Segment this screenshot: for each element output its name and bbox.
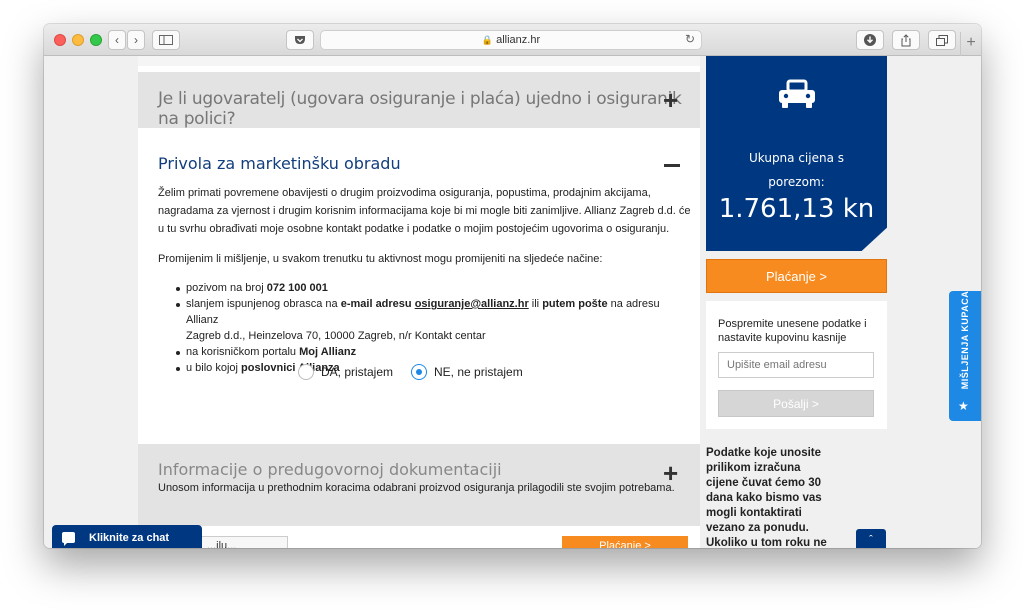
price-value: 1.761,13 kn — [718, 194, 875, 224]
accordion-title: Je li ugovaratelj (ugovara osiguranje i … — [158, 89, 682, 129]
save-text: Pospremite unesene podatke i nastavite k… — [718, 318, 867, 344]
lock-icon: 🔒 — [481, 34, 494, 45]
new-tab-button[interactable]: + — [960, 32, 981, 56]
chat-icon — [62, 532, 75, 546]
list-item: pozivom na broj 072 100 001 — [176, 280, 686, 296]
phone-number: 072 100 001 — [266, 282, 328, 294]
star-icon: ★ — [958, 399, 969, 413]
consent-radio-no[interactable]: NE, ne pristajem — [411, 362, 523, 382]
plus-icon[interactable]: + — [663, 87, 678, 113]
forward-icon[interactable]: › — [127, 30, 145, 50]
data-retention-text: Podatke koje unosite prilikom izračuna c… — [706, 447, 827, 548]
scroll-top-button[interactable]: ˆ — [856, 529, 886, 548]
maximize-window-button[interactable] — [90, 34, 102, 46]
radio-button[interactable] — [298, 364, 314, 380]
accordion-insured-question[interactable]: Je li ugovaratelj (ugovara osiguranje i … — [138, 72, 700, 129]
plus-icon[interactable]: + — [663, 460, 678, 486]
address-text: allianz.hr — [496, 34, 541, 46]
chat-label: Kliknite za chat — [89, 531, 170, 544]
top-strip — [138, 56, 700, 66]
browser-window: ‹ › 🔒 allianz.hr ↻ + Je li ugovaratelj (… — [44, 24, 981, 548]
minus-icon[interactable] — [664, 164, 680, 167]
feedback-label: MIŠLJENJA KUPACA — [960, 290, 970, 390]
radio-label: NE, ne pristajem — [434, 365, 523, 379]
change-mind-text: Promijenim li mišljenje, u svakom trenut… — [158, 253, 603, 265]
radio-button-selected[interactable] — [411, 364, 427, 380]
address-bar[interactable]: 🔒 allianz.hr ↻ — [320, 30, 702, 50]
share-icon[interactable] — [892, 30, 920, 50]
accordion-precontract-docs[interactable]: Informacije o predugovornoj dokumentacij… — [138, 444, 700, 526]
accordion-marketing-consent: Privola za marketinšku obradu Želim prim… — [138, 136, 700, 436]
accordion-title: Informacije o predugovornoj dokumentacij… — [158, 460, 502, 479]
price-label: Ukupna cijena s porezom: — [748, 151, 845, 189]
page-viewport: Je li ugovaratelj (ugovara osiguranje i … — [44, 56, 981, 548]
browser-toolbar: ‹ › 🔒 allianz.hr ↻ + — [44, 24, 981, 56]
save-for-later-box: Pospremite unesene podatke i nastavite k… — [706, 301, 887, 429]
consent-text-line: u tu svrhu obrađivati moje osobne kontak… — [158, 223, 670, 235]
close-window-button[interactable] — [54, 34, 66, 46]
radio-label: DA, pristajem — [321, 365, 394, 379]
minimize-window-button[interactable] — [72, 34, 84, 46]
accordion-subtitle: Unosom informacija u prethodnim koracima… — [158, 482, 675, 494]
back-icon[interactable]: ‹ — [108, 30, 126, 50]
email-link[interactable]: osiguranje@allianz.hr — [415, 298, 529, 310]
consent-radio-yes[interactable]: DA, pristajem — [298, 362, 393, 382]
tabs-icon[interactable] — [928, 30, 956, 50]
list-item: slanjem ispunjenog obrasca na e-mail adr… — [176, 296, 686, 344]
email-field[interactable] — [718, 352, 874, 378]
reload-icon[interactable]: ↻ — [685, 32, 695, 46]
sidebar-toggle-icon[interactable] — [152, 30, 180, 50]
price-box: Ukupna cijena s porezom: 1.761,13 kn — [706, 56, 887, 251]
accordion-title: Privola za marketinšku obradu — [158, 154, 401, 173]
portal-name: Moj Allianz — [299, 346, 357, 358]
main-column: Je li ugovaratelj (ugovara osiguranje i … — [138, 56, 700, 548]
back-button[interactable]: ...ilu... — [194, 536, 288, 548]
payment-button[interactable]: Plaćanje > — [706, 259, 887, 293]
consent-text-line: nagradama za vjernost i drugim korisnim … — [158, 205, 691, 217]
consent-text-line: Želim primati povremene obavijesti o dru… — [158, 187, 651, 199]
customer-feedback-tab[interactable]: MIŠLJENJA KUPACA ★ — [949, 291, 981, 421]
payment-bottom-button[interactable]: Plaćanje > — [562, 536, 688, 548]
list-item: na korisničkom portalu Moj Allianz — [176, 344, 686, 360]
chat-button[interactable]: Kliknite za chat — [52, 525, 202, 548]
pocket-icon[interactable] — [286, 30, 314, 50]
send-button[interactable]: Pošalji > — [718, 390, 874, 417]
car-icon — [777, 79, 817, 116]
download-icon[interactable] — [856, 30, 884, 50]
